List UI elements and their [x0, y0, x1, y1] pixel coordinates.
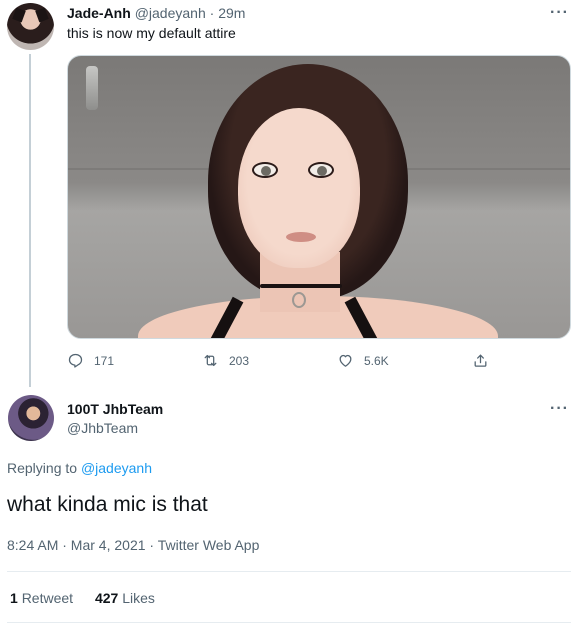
avatar-decoration: [35, 7, 49, 23]
avatar[interactable]: [7, 3, 54, 50]
retweet-count: 203: [229, 353, 250, 368]
divider: [7, 622, 571, 623]
tweet-photo[interactable]: [67, 55, 571, 339]
retweet-icon: [204, 354, 217, 367]
reply-button[interactable]: 171: [67, 352, 114, 369]
replying-to-handle-link[interactable]: @jadeyanh: [81, 460, 152, 476]
photo-detail: [260, 284, 342, 288]
tweet-header: Jade-Anh @jadeyanh · 29m: [67, 5, 245, 21]
photo-detail: [308, 162, 334, 178]
more-icon[interactable]: ···: [550, 400, 569, 418]
reply-count: 171: [94, 353, 115, 368]
avatar[interactable]: [8, 395, 54, 441]
tweet-actions: 171 203 5.6K: [67, 352, 507, 372]
retweets-label: Retweet: [21, 590, 74, 606]
retweet-button[interactable]: 203: [202, 352, 249, 369]
like-icon: [339, 354, 352, 367]
like-count: 5.6K: [364, 353, 389, 368]
parent-tweet[interactable]: Jade-Anh @jadeyanh · 29m ··· this is now…: [0, 0, 583, 392]
separator: ·: [209, 5, 215, 21]
share-icon: [474, 354, 487, 367]
likes-count: 427: [94, 590, 119, 606]
photo-detail: [252, 162, 278, 178]
author-name[interactable]: 100T JhbTeam: [67, 401, 163, 417]
more-icon[interactable]: ···: [550, 4, 569, 22]
retweets-count: 1: [10, 590, 18, 606]
avatar-decoration: [12, 7, 26, 23]
photo-detail: [292, 292, 306, 308]
thread-connector: [29, 54, 31, 387]
tweet-timestamp[interactable]: 8:24 AM · Mar 4, 2021 · Twitter Web App: [7, 537, 259, 553]
replying-to-label: Replying to: [7, 460, 78, 476]
share-button[interactable]: [472, 352, 489, 369]
tweet-stats: 1 Retweet 427 Likes: [10, 590, 173, 606]
tweet-text: this is now my default attire: [67, 25, 236, 41]
likes-label: Likes: [122, 590, 155, 606]
timestamp[interactable]: 29m: [218, 5, 245, 21]
divider: [7, 571, 571, 572]
tweet-text: what kinda mic is that: [7, 493, 208, 516]
author-handle[interactable]: @jadeyanh: [135, 5, 206, 21]
like-button[interactable]: 5.6K: [337, 352, 389, 369]
author-handle[interactable]: @JhbTeam: [67, 420, 138, 436]
author-name[interactable]: Jade-Anh: [67, 5, 131, 21]
photo-detail: [238, 108, 360, 268]
photo-detail: [286, 232, 316, 242]
photo-detail: [86, 66, 98, 110]
reply-icon: [68, 353, 83, 368]
retweets-stat[interactable]: 1 Retweet: [10, 590, 73, 606]
likes-stat[interactable]: 427 Likes: [95, 590, 155, 606]
replying-to: Replying to @jadeyanh: [7, 460, 152, 476]
